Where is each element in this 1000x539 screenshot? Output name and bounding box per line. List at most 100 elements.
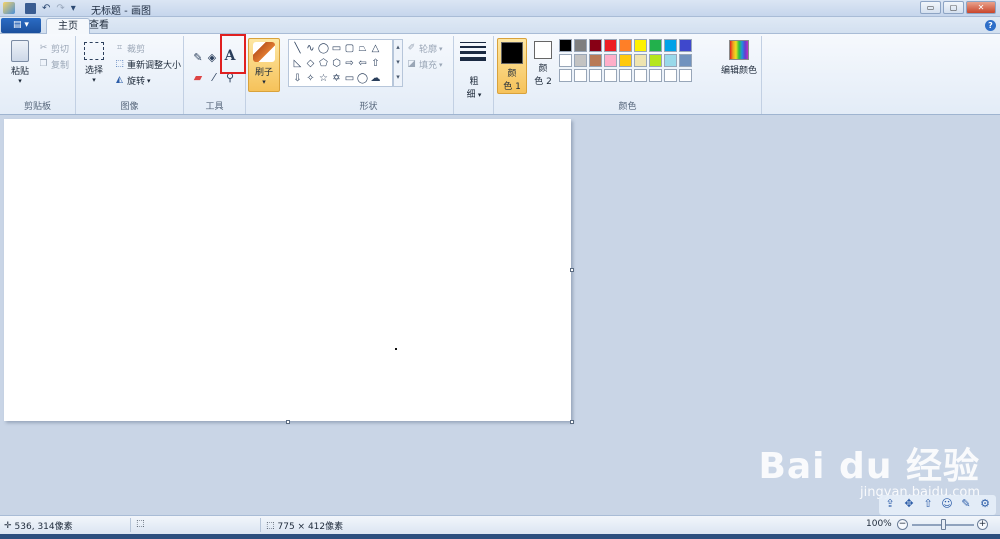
- canvas-workspace: Bai du 经验 jingyan.baidu.com ⇪ ✥ ⇧ ☺ ✎ ⚙: [0, 115, 1000, 515]
- palette-swatch[interactable]: [664, 39, 677, 52]
- palette-swatch-empty[interactable]: [589, 69, 602, 82]
- palette-swatch[interactable]: [574, 54, 587, 67]
- four-point-star-shape-icon[interactable]: ✧: [304, 72, 317, 85]
- clipboard-group-label: 剪贴板: [23, 102, 51, 112]
- palette-swatch[interactable]: [574, 39, 587, 52]
- crosshair-icon: ✛: [4, 520, 12, 531]
- palette-swatch[interactable]: [589, 39, 602, 52]
- color2-button[interactable]: 颜 色 2: [530, 38, 556, 94]
- edit-colors-button[interactable]: 编辑颜色: [720, 38, 758, 94]
- up-arrow-shape-icon[interactable]: ⇧: [369, 57, 382, 70]
- hexagon-shape-icon[interactable]: ⬡: [330, 57, 343, 70]
- rounded-rectangle-shape-icon[interactable]: ▢: [343, 42, 356, 55]
- fill-button[interactable]: ◪ 填充 ▾: [406, 58, 442, 71]
- pen-icon[interactable]: ✎: [959, 497, 973, 511]
- help-icon[interactable]: ?: [985, 20, 996, 31]
- palette-swatch[interactable]: [619, 39, 632, 52]
- palette-swatch[interactable]: [559, 39, 572, 52]
- diamond-shape-icon[interactable]: ◇: [304, 57, 317, 70]
- down-arrow-shape-icon[interactable]: ⇩: [291, 72, 304, 85]
- palette-swatch[interactable]: [679, 54, 692, 67]
- shapes-gallery-scroll[interactable]: ▴ ▾ ▾: [393, 39, 403, 87]
- undo-icon[interactable]: ↶: [42, 3, 50, 14]
- outline-button[interactable]: ✐ 轮廓 ▾: [406, 42, 443, 55]
- palette-swatch[interactable]: [664, 54, 677, 67]
- oval-shape-icon[interactable]: ◯: [317, 42, 330, 55]
- paste-button[interactable]: 粘贴 ▾: [6, 40, 34, 85]
- upload-icon[interactable]: ⇧: [921, 497, 935, 511]
- palette-swatch[interactable]: [619, 54, 632, 67]
- brush-icon: [253, 42, 275, 62]
- size-button[interactable]: 粗 细 ▾: [458, 74, 490, 100]
- palette-swatch[interactable]: [679, 39, 692, 52]
- resize-handle-corner[interactable]: [570, 420, 574, 424]
- palette-swatch[interactable]: [634, 39, 647, 52]
- rounded-callout-shape-icon[interactable]: ▭: [343, 72, 356, 85]
- right-triangle-shape-icon[interactable]: ◺: [291, 57, 304, 70]
- palette-swatch-empty[interactable]: [559, 69, 572, 82]
- palette-swatch-empty[interactable]: [649, 69, 662, 82]
- share-icon[interactable]: ⇪: [883, 497, 897, 511]
- select-button[interactable]: 选择 ▾: [80, 40, 108, 84]
- color1-button[interactable]: 颜 色 1: [497, 38, 527, 94]
- brushes-button[interactable]: 刷子 ▾: [248, 38, 280, 92]
- tab-view[interactable]: 查看: [78, 18, 120, 34]
- color2-swatch: [534, 41, 552, 59]
- crop-button[interactable]: ⌗ 裁剪: [114, 42, 145, 55]
- move-icon[interactable]: ✥: [902, 497, 916, 511]
- file-menu-button[interactable]: ▤ ▾: [1, 18, 41, 33]
- left-arrow-shape-icon[interactable]: ⇦: [356, 57, 369, 70]
- close-button[interactable]: ✕: [966, 1, 996, 14]
- select-rectangle-icon: [84, 42, 104, 60]
- palette-swatch[interactable]: [559, 54, 572, 67]
- pentagon-shape-icon[interactable]: ⬠: [317, 57, 330, 70]
- resize-handle-right[interactable]: [570, 268, 574, 272]
- polygon-shape-icon[interactable]: ⏢: [356, 42, 369, 55]
- palette-swatch[interactable]: [604, 54, 617, 67]
- curve-shape-icon[interactable]: ∿: [304, 42, 317, 55]
- drawing-canvas[interactable]: [4, 119, 571, 421]
- palette-swatch-empty[interactable]: [604, 69, 617, 82]
- cut-button[interactable]: ✂ 剪切: [38, 42, 69, 55]
- fill-bucket-icon[interactable]: ◈: [204, 50, 220, 66]
- resize-button[interactable]: ⬚ 重新调整大小: [114, 58, 181, 71]
- palette-swatch-empty[interactable]: [634, 69, 647, 82]
- copy-button[interactable]: ❐ 复制: [38, 58, 69, 71]
- smile-icon[interactable]: ☺: [940, 497, 954, 511]
- gear-icon[interactable]: ⚙: [978, 497, 992, 511]
- image-size-icon: ⬚: [266, 520, 275, 531]
- right-arrow-shape-icon[interactable]: ⇨: [343, 57, 356, 70]
- ribbon: 粘贴 ▾ ✂ 剪切 ❐ 复制 剪贴板 选择 ▾ ⌗ 裁剪 ⬚ 重新调整大小 ◭ 旋转 ▾ 图…: [0, 34, 1000, 115]
- palette-swatch-empty[interactable]: [664, 69, 677, 82]
- six-point-star-shape-icon[interactable]: ✡: [330, 72, 343, 85]
- oval-callout-shape-icon[interactable]: ◯: [356, 72, 369, 85]
- cloud-callout-shape-icon[interactable]: ☁: [369, 72, 382, 85]
- eraser-icon[interactable]: ▰: [190, 70, 206, 86]
- palette-swatch[interactable]: [649, 39, 662, 52]
- customize-quick-access[interactable]: ▾: [71, 3, 76, 14]
- resize-handle-bottom[interactable]: [286, 420, 290, 424]
- floppy-icon[interactable]: [25, 2, 36, 14]
- maximize-button[interactable]: ▢: [943, 1, 964, 14]
- selection-icon: ⬚: [136, 519, 145, 529]
- palette-swatch[interactable]: [604, 39, 617, 52]
- shapes-gallery: ╲ ∿ ◯ ▭ ▢ ⏢ △ ◺ ◇ ⬠ ⬡ ⇨ ⇦ ⇧ ⇩ ✧ ☆ ✡ ▭ ◯ …: [288, 39, 393, 87]
- palette-swatch-empty[interactable]: [574, 69, 587, 82]
- palette-swatch[interactable]: [634, 54, 647, 67]
- palette-swatch-empty[interactable]: [619, 69, 632, 82]
- palette-swatch-empty[interactable]: [679, 69, 692, 82]
- rectangle-shape-icon[interactable]: ▭: [330, 42, 343, 55]
- shapes-group-label: 形状: [359, 102, 378, 112]
- line-shape-icon[interactable]: ╲: [291, 42, 304, 55]
- zoom-slider-knob[interactable]: [941, 519, 946, 530]
- triangle-shape-icon[interactable]: △: [369, 42, 382, 55]
- zoom-out-button[interactable]: −: [897, 519, 908, 530]
- palette-swatch[interactable]: [589, 54, 602, 67]
- palette-swatch[interactable]: [649, 54, 662, 67]
- five-point-star-shape-icon[interactable]: ☆: [317, 72, 330, 85]
- minimize-button[interactable]: ▭: [920, 1, 941, 14]
- redo-icon[interactable]: ↷: [56, 3, 64, 14]
- rotate-button[interactable]: ◭ 旋转 ▾: [114, 74, 151, 87]
- zoom-in-button[interactable]: +: [977, 519, 988, 530]
- paint-app-icon[interactable]: [3, 2, 15, 14]
